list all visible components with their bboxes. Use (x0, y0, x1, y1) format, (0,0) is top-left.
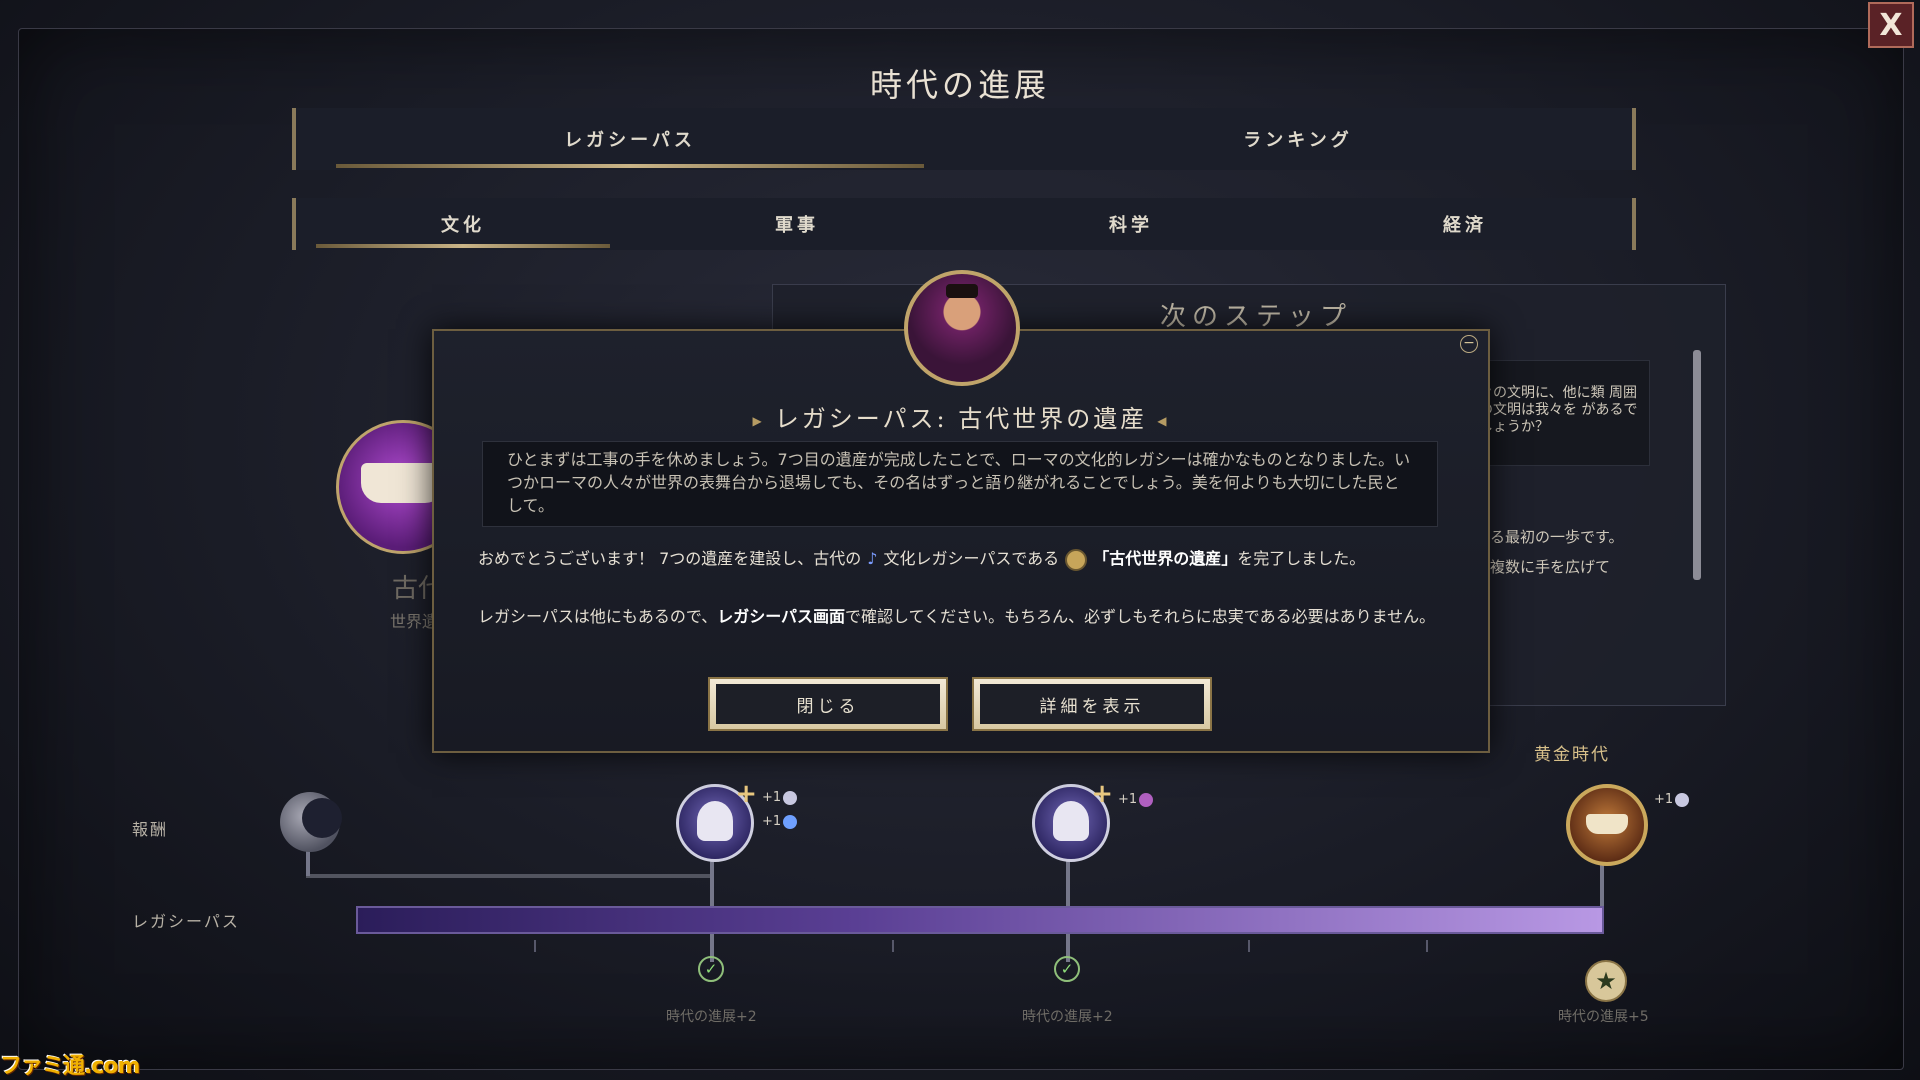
next-step-text: る最初の一歩です。 複数に手を広げて (1490, 522, 1624, 582)
tab-ranking[interactable]: ランキング (964, 108, 1632, 170)
tab-label: 軍事 (775, 215, 819, 236)
reward-value: +1 (762, 790, 798, 805)
info-message: レガシーパスは他にもあるので、レガシーパス画面で確認してください。もちろん、必ず… (478, 605, 1444, 628)
tab-science[interactable]: 科学 (964, 198, 1298, 250)
completion-message: おめでとうございます！ 7つの遺産を建設し、古代の ♪ 文化レガシーパスである 「古代… (478, 547, 1444, 571)
scrollbar[interactable] (1693, 350, 1701, 580)
watermark-logo: ファミ通.com (0, 1054, 140, 1079)
message-text: レガシーパスは他にもあるので、 (478, 607, 718, 626)
show-details-button[interactable]: 詳細を表示 (972, 677, 1212, 731)
leader-portrait (904, 270, 1020, 386)
arrow-right-icon: ▶ (752, 413, 765, 428)
quote-box: 々の文明に、他に類 周囲の文明は我々を があるでしょうか？ (1470, 360, 1650, 466)
tab-economy[interactable]: 経済 (1298, 198, 1632, 250)
message-text: 文化レガシーパスである (883, 549, 1060, 568)
tab-label: 科学 (1109, 215, 1153, 236)
tab-label: 文化 (441, 215, 485, 236)
plus-icon: + (735, 779, 757, 809)
reward-value: +1 (1118, 792, 1154, 807)
message-text: で確認してください。もちろん、必ずしもそれらに忠実である必要はありません。 (845, 607, 1436, 626)
tab-legacy-path[interactable]: レガシーパス (296, 108, 964, 170)
close-button[interactable]: 閉じる (708, 677, 948, 731)
connector-line (1066, 856, 1070, 908)
message-text: を完了しました。 (1237, 549, 1366, 568)
connector-line (710, 856, 714, 908)
progress-tick (534, 940, 536, 952)
button-label: 詳細を表示 (980, 684, 1204, 724)
next-step-title: 次のステップ (1160, 302, 1353, 332)
message-text: おめでとうございます！ 7つの遺産を建設し、古代の (478, 549, 862, 568)
dialog-title: ▶ レガシーパス: 古代世界の遺産 ◀ (434, 399, 1488, 434)
legacy-row-label: レガシーパス (132, 912, 240, 931)
next-step-line: る最初の一歩です。 (1490, 528, 1624, 546)
skull-icon (783, 814, 798, 829)
legacy-complete-dialog: − ▶ レガシーパス: 古代世界の遺産 ◀ ひとまずは工事の手を休めましょう。7つ目… (432, 329, 1490, 753)
progress-tick (1426, 940, 1428, 952)
theater-icon (1139, 792, 1154, 807)
tab-label: ランキング (1243, 130, 1353, 151)
category-tab-bar: 文化 軍事 科学 経済 (292, 198, 1636, 250)
culture-icon (1675, 792, 1690, 807)
music-head-icon[interactable]: + (676, 779, 757, 862)
tab-culture[interactable]: 文化 (296, 198, 630, 250)
check-icon: ✓ (1054, 956, 1080, 982)
legacy-sub-faded: 世界遺 (390, 612, 439, 631)
era-progress-label: 時代の進展+5 (1558, 1009, 1649, 1025)
medal-icon (1065, 548, 1088, 571)
tab-label: レガシーパス (564, 130, 696, 151)
page-title: 時代の進展 (869, 66, 1050, 104)
era-progress-label: 時代の進展+2 (666, 1009, 757, 1025)
culture-icon (783, 790, 798, 805)
reward-row-label: 報酬 (132, 820, 169, 839)
legacy-progress-bar (356, 906, 1604, 934)
music-note-icon: ♪ (867, 549, 878, 568)
era-progress-label: 時代の進展+2 (1022, 1009, 1113, 1025)
connector-line (306, 874, 712, 878)
button-label: 閉じる (716, 684, 940, 724)
tab-military[interactable]: 軍事 (630, 198, 964, 250)
moon-icon (280, 792, 342, 852)
minimize-icon[interactable]: − (1460, 335, 1478, 353)
progress-tick (892, 940, 894, 952)
reward-value: +1 (1654, 792, 1690, 807)
plus-icon: + (1091, 779, 1113, 809)
check-icon: ✓ (698, 956, 724, 982)
progress-tick (1248, 940, 1250, 952)
message-highlight: 「古代世界の遺産」 (1093, 549, 1238, 568)
close-window-button[interactable]: X (1868, 2, 1914, 48)
reward-value: +1 (762, 814, 798, 829)
music-head-icon[interactable]: + (1032, 779, 1113, 862)
next-step-line: 複数に手を広げて (1490, 558, 1611, 576)
golden-book-icon[interactable] (1566, 784, 1648, 866)
legacy-screen-link[interactable]: レガシーパス画面 (717, 607, 845, 626)
golden-age-label: 黄金時代 (1534, 745, 1610, 765)
main-tab-bar: レガシーパス ランキング (292, 108, 1636, 170)
dialog-title-text: レガシーパス: 古代世界の遺産 (774, 405, 1148, 433)
star-icon: ★ (1585, 960, 1627, 1002)
flavor-text: ひとまずは工事の手を休めましょう。7つ目の遺産が完成したことで、ローマの文化的レ… (482, 441, 1438, 527)
arrow-left-icon: ◀ (1157, 413, 1170, 428)
tab-label: 経済 (1443, 215, 1487, 236)
